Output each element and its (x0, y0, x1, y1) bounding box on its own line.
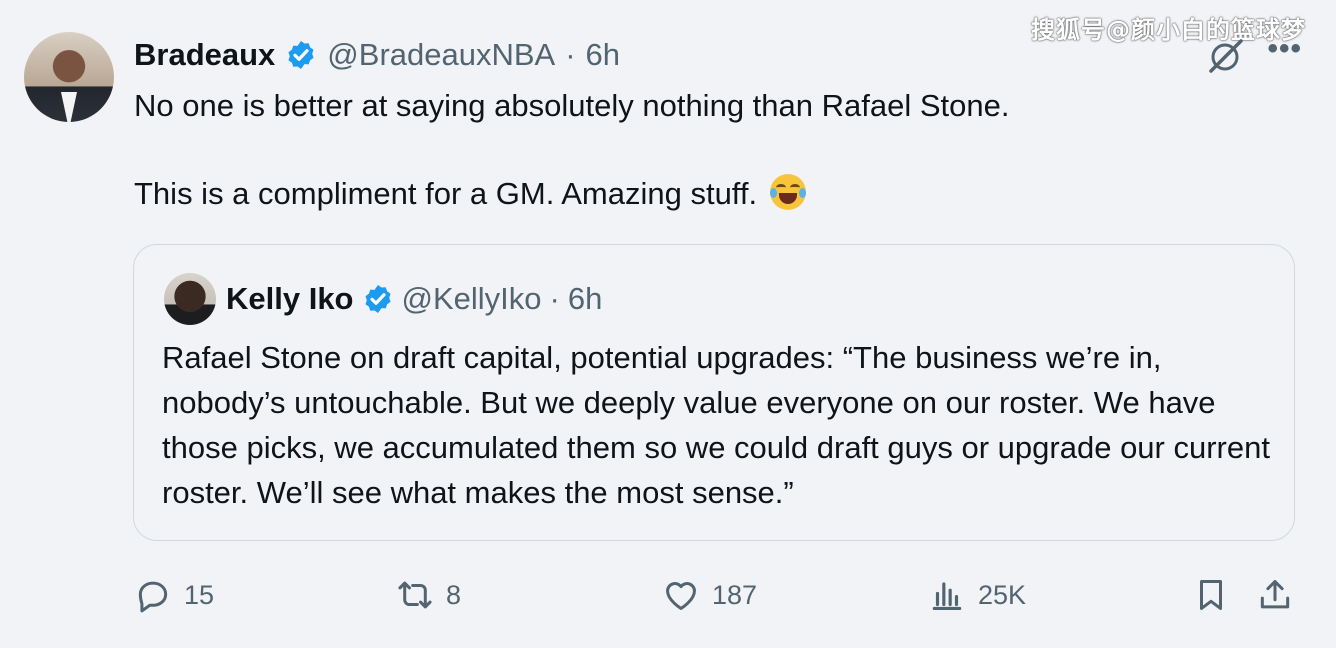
view-count: 25K (978, 579, 1027, 610)
repost-icon (398, 581, 432, 609)
tweet-text-line-2-text: This is a compliment for a GM. Amazing s… (134, 176, 758, 211)
quoted-author-handle[interactable]: @KellyIko (402, 281, 542, 317)
tweet-text-line-2: This is a compliment for a GM. Amazing s… (134, 172, 1009, 216)
views-chart-icon (932, 582, 962, 611)
bookmark-icon (1199, 580, 1223, 610)
quoted-tweet-time[interactable]: 6h (568, 281, 602, 317)
tweet-text: No one is better at saying absolutely no… (134, 84, 1009, 216)
quoted-tweet-text: Rafael Stone on draft capital, potential… (162, 340, 1270, 510)
like-button[interactable]: 187 (662, 570, 757, 620)
author-handle[interactable]: @BradeauxNBA (327, 37, 555, 73)
more-options-icon[interactable]: ••• (1267, 32, 1302, 66)
like-count: 187 (712, 579, 758, 610)
reply-count: 15 (184, 579, 215, 610)
separator-dot: · (565, 37, 576, 72)
repost-button[interactable]: 8 (396, 570, 461, 620)
views-button[interactable]: 25K (928, 570, 1026, 620)
face-with-tears-of-joy-icon (769, 174, 806, 210)
tweet-actions: 15 8 187 25K (0, 570, 1336, 620)
verified-badge-icon (288, 41, 314, 69)
verified-badge-icon (364, 285, 391, 313)
tweet-tools: ••• (1205, 32, 1302, 75)
reply-button[interactable]: 15 (134, 570, 214, 620)
quoted-author-name[interactable]: Kelly Iko (226, 281, 354, 317)
bookmark-button[interactable] (1192, 570, 1230, 620)
share-button[interactable] (1256, 570, 1294, 620)
grok-icon[interactable] (1205, 35, 1245, 75)
repost-count: 8 (446, 579, 462, 610)
author-name[interactable]: Bradeaux (134, 37, 275, 73)
quoted-tweet-header: Kelly Iko @KellyIko · 6h (226, 275, 602, 323)
separator-dot: · (549, 281, 560, 316)
share-icon (1260, 580, 1290, 609)
tweet-text-line-1: No one is better at saying absolutely no… (134, 88, 1010, 123)
quoted-tweet[interactable]: Kelly Iko @KellyIko · 6h Rafael Stone on… (133, 244, 1295, 541)
quoted-author-avatar[interactable] (164, 273, 216, 325)
heart-icon (666, 582, 696, 610)
reply-icon (138, 581, 168, 613)
tweet-header: Bradeaux @BradeauxNBA · 6h (134, 33, 620, 77)
tweet-time[interactable]: 6h (586, 37, 620, 73)
author-avatar[interactable] (24, 32, 114, 122)
